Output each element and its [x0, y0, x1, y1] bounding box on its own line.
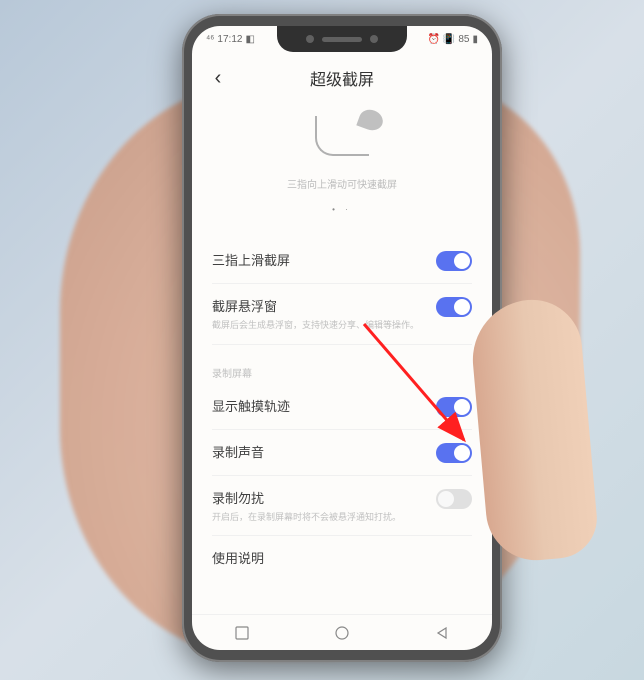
content-scroll[interactable]: 三指向上滑动可快速截屏 • · 三指上滑截屏 截屏悬浮窗 截屏后会生成悬浮窗，支… [192, 100, 492, 614]
page-indicator[interactable]: • · [192, 205, 492, 214]
back-button[interactable]: ‹ [208, 68, 228, 88]
row-instructions[interactable]: 使用说明 [212, 536, 472, 579]
nav-bar [192, 614, 492, 650]
row-label: 三指上滑截屏 [212, 250, 424, 269]
illustration-caption: 三指向上滑动可快速截屏 [192, 176, 492, 191]
nav-recent-icon[interactable] [235, 626, 249, 640]
toggle-dnd[interactable] [436, 489, 472, 509]
row-desc: 截屏后会生成悬浮窗，支持快速分享、编辑等操作。 [212, 319, 424, 332]
row-float-window[interactable]: 截屏悬浮窗 截屏后会生成悬浮窗，支持快速分享、编辑等操作。 [212, 284, 472, 345]
gesture-illustration [192, 100, 492, 172]
status-time: 17:12 [217, 34, 242, 45]
row-touch-track[interactable]: 显示触摸轨迹 [212, 384, 472, 430]
row-desc: 开启后，在录制屏幕时将不会被悬浮通知打扰。 [212, 511, 424, 524]
page-title: 超级截屏 [228, 66, 456, 90]
toggle-touch-track[interactable] [436, 397, 472, 417]
battery-text: 85 [458, 34, 469, 45]
section-header-record: 录制屏幕 [212, 345, 472, 384]
screen: ⁴⁶ 17:12 ◧ ⏰ 📳 85 ▮ ‹ 超级截屏 三指向上滑动可快速截屏 •… [192, 26, 492, 650]
toggle-float-window[interactable] [436, 297, 472, 317]
row-label: 截屏悬浮窗 [212, 296, 424, 315]
battery-icon: ▮ [472, 34, 478, 45]
header-bar: ‹ 超级截屏 [192, 56, 492, 100]
row-dnd[interactable]: 录制勿扰 开启后，在录制屏幕时将不会被悬浮通知打扰。 [212, 476, 472, 537]
toggle-three-finger[interactable] [436, 251, 472, 271]
toggle-record-sound[interactable] [436, 443, 472, 463]
signal-icon: ⁴⁶ [206, 34, 214, 45]
row-three-finger[interactable]: 三指上滑截屏 [212, 238, 472, 284]
nav-home-icon[interactable] [334, 625, 350, 641]
nav-back-icon[interactable] [435, 626, 449, 640]
phone-frame: ⁴⁶ 17:12 ◧ ⏰ 📳 85 ▮ ‹ 超级截屏 三指向上滑动可快速截屏 •… [182, 14, 502, 662]
wifi-icon: ◧ [245, 34, 254, 45]
row-label: 使用说明 [212, 548, 460, 567]
row-label: 显示触摸轨迹 [212, 396, 424, 415]
vibrate-icon: 📳 [443, 34, 455, 45]
row-label: 录制勿扰 [212, 488, 424, 507]
alarm-icon: ⏰ [427, 34, 439, 45]
notch [277, 26, 407, 52]
row-label: 录制声音 [212, 442, 424, 461]
row-record-sound[interactable]: 录制声音 [212, 430, 472, 476]
